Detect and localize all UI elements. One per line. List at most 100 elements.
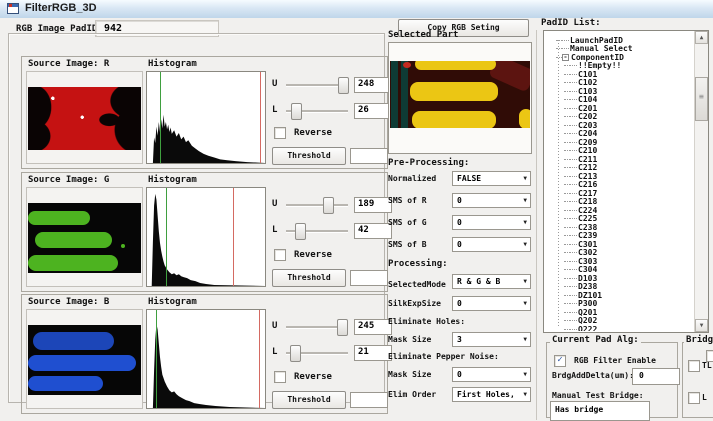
rgb-filter-checkbox[interactable]: ✓ xyxy=(554,355,566,367)
tree-item[interactable]: C212 xyxy=(548,164,692,173)
elim-order-dropdown[interactable]: First Holes, ▼ xyxy=(452,387,531,402)
scroll-up-button[interactable]: ▲ xyxy=(695,31,708,44)
tree-expander-icon[interactable] xyxy=(570,176,577,177)
tree-item[interactable]: C209 xyxy=(548,138,692,147)
tree-expander-icon[interactable] xyxy=(570,159,577,160)
tree-item[interactable]: C202 xyxy=(548,113,692,122)
scroll-thumb[interactable] xyxy=(695,77,708,121)
tree-expander-icon[interactable] xyxy=(570,82,577,83)
tree-item[interactable]: C210 xyxy=(548,147,692,156)
manual-bridge-input[interactable]: Has bridge xyxy=(550,401,650,421)
tree-item[interactable]: Q202 xyxy=(548,317,692,326)
threshold-button-g[interactable]: Threshold xyxy=(272,269,346,287)
tree-expander-icon[interactable] xyxy=(570,210,577,211)
l-value-field-b[interactable]: 21 xyxy=(354,345,392,361)
tree-item[interactable]: C224 xyxy=(548,206,692,215)
tree-expander-icon[interactable] xyxy=(570,201,577,202)
tree-item[interactable]: LaunchPadID xyxy=(548,36,692,45)
tree-expander-icon[interactable] xyxy=(570,227,577,228)
tree-expander-icon[interactable] xyxy=(570,295,577,296)
tree-expander-icon[interactable] xyxy=(570,116,577,117)
tree-expander-icon[interactable] xyxy=(570,261,577,262)
mask-size-1-dropdown[interactable]: 3 ▼ xyxy=(452,332,531,347)
tree-item[interactable]: DZ101 xyxy=(548,291,692,300)
tree-expander-icon[interactable] xyxy=(570,312,577,313)
bridge-l-checkbox[interactable] xyxy=(688,392,700,404)
normalized-dropdown[interactable]: FALSE ▼ xyxy=(452,171,531,186)
tree-expander-icon[interactable] xyxy=(570,303,577,304)
tree-expander-icon[interactable] xyxy=(570,244,577,245)
tree-expander-icon[interactable] xyxy=(570,269,577,270)
tree-expander-icon[interactable] xyxy=(570,252,577,253)
tree-item[interactable]: C201 xyxy=(548,104,692,113)
scroll-down-button[interactable]: ▼ xyxy=(695,319,708,332)
tree-item[interactable]: C203 xyxy=(548,121,692,130)
tree-item[interactable]: C302 xyxy=(548,249,692,258)
threshold-value-field-g[interactable] xyxy=(350,270,388,286)
silk-exp-dropdown[interactable]: 0 ▼ xyxy=(452,296,531,311)
tree-expander-icon[interactable] xyxy=(562,40,569,41)
reverse-checkbox-b[interactable] xyxy=(274,371,286,383)
sms-b-dropdown[interactable]: 0 ▼ xyxy=(452,237,531,252)
tree-expander-icon[interactable] xyxy=(570,99,577,100)
tree-item[interactable]: C218 xyxy=(548,198,692,207)
tree-expander-icon[interactable] xyxy=(570,65,577,66)
padid-tree[interactable]: LaunchPadID Manual Select - ComponentID xyxy=(548,36,692,331)
tree-item[interactable]: C204 xyxy=(548,130,692,139)
tree-expander-icon[interactable] xyxy=(570,167,577,168)
threshold-value-field-r[interactable] xyxy=(350,148,388,164)
tree-expander-icon[interactable] xyxy=(570,218,577,219)
tree-expander-icon[interactable] xyxy=(570,91,577,92)
selected-mode-dropdown[interactable]: R & G & B ▼ xyxy=(452,274,531,289)
tree-expander-icon[interactable] xyxy=(570,142,577,143)
tree-expander-icon[interactable] xyxy=(570,133,577,134)
u-thumb-r[interactable] xyxy=(338,77,349,94)
tree-item[interactable]: C213 xyxy=(548,172,692,181)
bridge-tl-checkbox[interactable] xyxy=(688,360,700,372)
l-value-field-g[interactable]: 42 xyxy=(354,223,392,239)
u-value-field-b[interactable]: 245 xyxy=(354,319,392,335)
padid-list-box[interactable]: LaunchPadID Manual Select - ComponentID xyxy=(543,30,709,333)
u-thumb-g[interactable] xyxy=(323,197,334,214)
tree-item[interactable]: C104 xyxy=(548,96,692,105)
tree-item[interactable]: D103 xyxy=(548,274,692,283)
tree-expander-icon[interactable] xyxy=(570,193,577,194)
tree-item[interactable]: C238 xyxy=(548,223,692,232)
tree-item[interactable]: C303 xyxy=(548,257,692,266)
threshold-button-r[interactable]: Threshold xyxy=(272,147,346,165)
tree-item[interactable]: C239 xyxy=(548,232,692,241)
tree-item[interactable]: C216 xyxy=(548,181,692,190)
tree-expander-icon[interactable]: - xyxy=(562,54,569,61)
tree-expander-icon[interactable] xyxy=(570,329,577,330)
tree-expander-icon[interactable] xyxy=(562,48,569,49)
u-value-field-r[interactable]: 248 xyxy=(354,77,392,93)
tree-item[interactable]: C304 xyxy=(548,266,692,275)
l-thumb-g[interactable] xyxy=(295,223,306,240)
tree-item[interactable]: !!Empty!! xyxy=(548,62,692,71)
tree-expander-icon[interactable] xyxy=(570,125,577,126)
sms-r-dropdown[interactable]: 0 ▼ xyxy=(452,193,531,208)
sms-g-dropdown[interactable]: 0 ▼ xyxy=(452,215,531,230)
tree-item[interactable]: C102 xyxy=(548,79,692,88)
mask-size-2-dropdown[interactable]: 0 ▼ xyxy=(452,367,531,382)
tree-item[interactable]: P300 xyxy=(548,300,692,309)
reverse-checkbox-r[interactable] xyxy=(274,127,286,139)
threshold-value-field-b[interactable] xyxy=(350,392,388,408)
tree-expander-icon[interactable] xyxy=(570,278,577,279)
l-thumb-b[interactable] xyxy=(290,345,301,362)
tree-item[interactable]: C101 xyxy=(548,70,692,79)
tree-item[interactable]: - ComponentID xyxy=(548,53,692,62)
u-value-field-g[interactable]: 189 xyxy=(354,197,392,213)
list-scrollbar[interactable]: ▲ ▼ xyxy=(694,31,708,332)
tree-item[interactable]: C217 xyxy=(548,189,692,198)
tree-item[interactable]: C301 xyxy=(548,240,692,249)
tree-expander-icon[interactable] xyxy=(570,150,577,151)
tree-item[interactable]: Q201 xyxy=(548,308,692,317)
tree-expander-icon[interactable] xyxy=(570,235,577,236)
tree-expander-icon[interactable] xyxy=(570,74,577,75)
tree-expander-icon[interactable] xyxy=(570,320,577,321)
u-track-g[interactable] xyxy=(286,204,348,207)
tree-expander-icon[interactable] xyxy=(570,108,577,109)
title-bar[interactable]: FilterRGB_3D xyxy=(0,0,713,19)
threshold-button-b[interactable]: Threshold xyxy=(272,391,346,409)
